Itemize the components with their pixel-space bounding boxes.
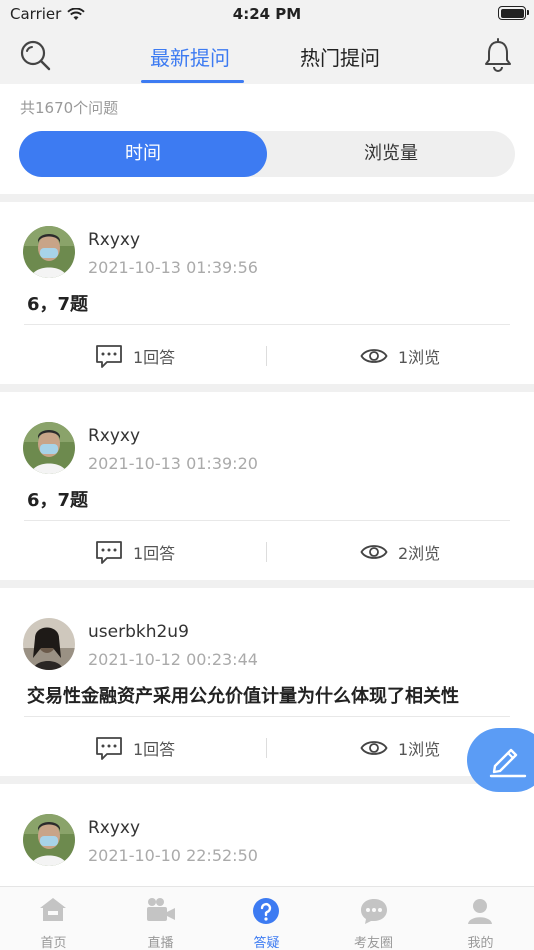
question-icon [253,898,279,924]
video-icon [147,898,175,921]
search-icon[interactable] [18,38,54,74]
divider [0,384,534,392]
tab-latest[interactable]: 最新提问 [150,42,230,71]
views-count: 2浏览 [398,544,441,563]
username[interactable]: Rxyxy [88,230,140,250]
divider [0,194,534,202]
views-count: 1浏览 [398,740,441,759]
eye-icon [360,349,388,363]
tab-profile-label: 我的 [467,936,494,950]
question-title[interactable]: 交易性金融资产采用公允价值计量为什么体现了相关性 [27,682,459,708]
views-stat: 1浏览 [360,730,440,766]
clock: 4:24 PM [232,5,302,23]
divider [0,776,534,784]
question-title[interactable]: 6，7题 [27,290,88,316]
answers-count: 1回答 [133,740,176,759]
timestamp: 2021-10-13 01:39:56 [88,258,258,277]
stat-divider [266,542,267,562]
tab-hot[interactable]: 热门提问 [300,42,380,71]
separator [24,520,510,521]
divider [0,580,534,588]
stat-divider [266,738,267,758]
separator [24,324,510,325]
username[interactable]: userbkh2u9 [88,622,189,642]
timestamp: 2021-10-13 01:39:20 [88,454,258,473]
question-count: 共1670个问题 [20,99,119,117]
tab-live[interactable]: 直播 [107,887,214,950]
timestamp: 2021-10-12 00:23:44 [88,650,258,669]
answers-count: 1回答 [133,348,176,367]
username[interactable]: Rxyxy [88,818,140,838]
battery-icon [498,6,529,20]
timestamp: 2021-10-10 22:52:50 [88,846,258,865]
avatar[interactable] [23,226,75,278]
answers-count: 1回答 [133,544,176,563]
tab-live-label: 直播 [147,936,174,950]
stat-divider [266,346,267,366]
sort-views-button[interactable]: 浏览量 [267,131,515,177]
eye-icon [360,545,388,559]
pencil-icon [489,748,527,778]
avatar[interactable] [23,422,75,474]
separator [24,716,510,717]
avatar[interactable] [23,618,75,670]
tab-community[interactable]: 考友圈 [320,887,427,950]
question-title[interactable]: 6，7题 [27,486,88,512]
bottom-tab-bar: 首页 直播 答疑 考友圈 我的 [0,886,534,950]
ask-question-button[interactable] [467,728,534,792]
tab-indicator [141,80,244,83]
username[interactable]: Rxyxy [88,426,140,446]
comment-icon [96,345,122,368]
tab-profile[interactable]: 我的 [427,887,534,950]
answers-button[interactable]: 1回答 [95,534,175,570]
tab-community-label: 考友圈 [353,936,393,950]
chat-icon [361,899,387,924]
tab-home-label: 首页 [40,936,67,950]
tab-qa-label: 答疑 [253,936,280,950]
top-nav: 最新提问 热门提问 [0,28,534,84]
tab-home[interactable]: 首页 [0,887,107,950]
status-bar: Carrier 4:24 PM [0,0,534,28]
sort-time-button[interactable]: 时间 [19,131,267,177]
home-icon [40,898,66,921]
eye-icon [360,741,388,755]
profile-icon [468,899,492,924]
bell-icon[interactable] [480,37,516,73]
avatar[interactable] [23,814,75,866]
answers-button[interactable]: 1回答 [95,338,175,374]
views-stat: 2浏览 [360,534,440,570]
views-stat: 1浏览 [360,338,440,374]
tab-qa[interactable]: 答疑 [213,887,320,950]
sort-toggle: 时间 浏览量 [19,131,515,177]
answers-button[interactable]: 1回答 [95,730,175,766]
question-card[interactable]: Rxyxy 2021-10-10 22:52:50 [0,814,534,886]
views-count: 1浏览 [398,348,441,367]
comment-icon [96,541,122,564]
comment-icon [96,737,122,760]
